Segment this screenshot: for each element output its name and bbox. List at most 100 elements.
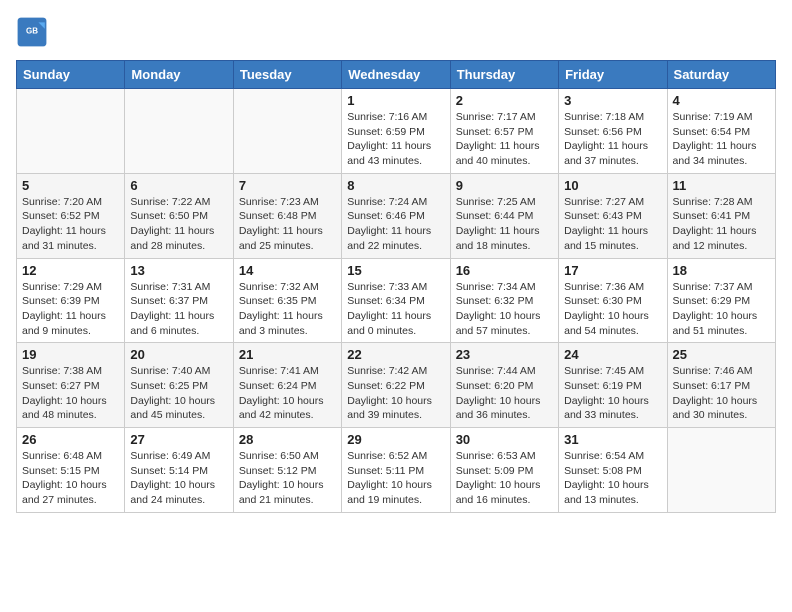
day-info: Sunrise: 7:41 AM Sunset: 6:24 PM Dayligh… (239, 364, 336, 423)
day-header-friday: Friday (559, 61, 667, 89)
day-number: 13 (130, 263, 227, 278)
calendar-cell: 29 Sunrise: 6:52 AM Sunset: 5:11 PM Dayli… (342, 428, 450, 513)
day-info: Sunrise: 7:38 AM Sunset: 6:27 PM Dayligh… (22, 364, 119, 423)
day-number: 1 (347, 93, 444, 108)
day-info: Sunrise: 7:19 AM Sunset: 6:54 PM Dayligh… (673, 110, 770, 169)
day-number: 18 (673, 263, 770, 278)
calendar-header-row: SundayMondayTuesdayWednesdayThursdayFrid… (17, 61, 776, 89)
day-header-tuesday: Tuesday (233, 61, 341, 89)
page-header: GB (16, 16, 776, 48)
calendar-cell: 14Sunrise: 7:32 AM Sunset: 6:35 PM Dayli… (233, 258, 341, 343)
calendar-cell: 18Sunrise: 7:37 AM Sunset: 6:29 PM Dayli… (667, 258, 775, 343)
day-number: 22 (347, 347, 444, 362)
day-number: 9 (456, 178, 553, 193)
day-header-thursday: Thursday (450, 61, 558, 89)
calendar-cell: 10 Sunrise: 7:27 AM Sunset: 6:43 PM Dayli… (559, 173, 667, 258)
day-info: Sunrise: 6:49 AM Sunset: 5:14 PM Dayligh… (130, 449, 227, 508)
logo: GB (16, 16, 52, 48)
day-info: Sunrise: 7:25 AM Sunset: 6:44 PM Dayligh… (456, 195, 553, 254)
calendar-cell: 20Sunrise: 7:40 AM Sunset: 6:25 PM Dayli… (125, 343, 233, 428)
day-number: 19 (22, 347, 119, 362)
day-info: Sunrise: 7:17 AM Sunset: 6:57 PM Dayligh… (456, 110, 553, 169)
calendar-cell: 24Sunrise: 7:45 AM Sunset: 6:19 PM Dayli… (559, 343, 667, 428)
day-info: Sunrise: 7:32 AM Sunset: 6:35 PM Dayligh… (239, 280, 336, 339)
calendar-cell: 8Sunrise: 7:24 AM Sunset: 6:46 PM Daylig… (342, 173, 450, 258)
day-info: Sunrise: 7:34 AM Sunset: 6:32 PM Dayligh… (456, 280, 553, 339)
logo-icon: GB (16, 16, 48, 48)
day-info: Sunrise: 6:53 AM Sunset: 5:09 PM Dayligh… (456, 449, 553, 508)
calendar-cell: 21 Sunrise: 7:41 AM Sunset: 6:24 PM Dayli… (233, 343, 341, 428)
day-number: 3 (564, 93, 661, 108)
svg-text:GB: GB (26, 27, 38, 36)
calendar-cell: 5Sunrise: 7:20 AM Sunset: 6:52 PM Daylig… (17, 173, 125, 258)
calendar-cell: 6Sunrise: 7:22 AM Sunset: 6:50 PM Daylig… (125, 173, 233, 258)
day-number: 29 (347, 432, 444, 447)
calendar-cell: 25 Sunrise: 7:46 AM Sunset: 6:17 PM Dayli… (667, 343, 775, 428)
calendar-cell: 15 Sunrise: 7:33 AM Sunset: 6:34 PM Dayli… (342, 258, 450, 343)
calendar-cell: 23 Sunrise: 7:44 AM Sunset: 6:20 PM Dayli… (450, 343, 558, 428)
day-info: Sunrise: 7:29 AM Sunset: 6:39 PM Dayligh… (22, 280, 119, 339)
calendar-cell: 2 Sunrise: 7:17 AM Sunset: 6:57 PM Daylig… (450, 89, 558, 174)
day-info: Sunrise: 7:31 AM Sunset: 6:37 PM Dayligh… (130, 280, 227, 339)
day-number: 10 (564, 178, 661, 193)
day-number: 23 (456, 347, 553, 362)
day-number: 11 (673, 178, 770, 193)
day-number: 4 (673, 93, 770, 108)
day-info: Sunrise: 7:27 AM Sunset: 6:43 PM Dayligh… (564, 195, 661, 254)
day-number: 8 (347, 178, 444, 193)
day-number: 20 (130, 347, 227, 362)
day-number: 30 (456, 432, 553, 447)
day-number: 28 (239, 432, 336, 447)
day-header-saturday: Saturday (667, 61, 775, 89)
calendar-week-row: 26 Sunrise: 6:48 AM Sunset: 5:15 PM Dayli… (17, 428, 776, 513)
calendar-week-row: 1 Sunrise: 7:16 AM Sunset: 6:59 PM Daylig… (17, 89, 776, 174)
day-info: Sunrise: 6:48 AM Sunset: 5:15 PM Dayligh… (22, 449, 119, 508)
day-info: Sunrise: 7:18 AM Sunset: 6:56 PM Dayligh… (564, 110, 661, 169)
calendar-week-row: 19 Sunrise: 7:38 AM Sunset: 6:27 PM Dayli… (17, 343, 776, 428)
calendar-cell: 28 Sunrise: 6:50 AM Sunset: 5:12 PM Dayli… (233, 428, 341, 513)
day-info: Sunrise: 6:54 AM Sunset: 5:08 PM Dayligh… (564, 449, 661, 508)
day-header-monday: Monday (125, 61, 233, 89)
day-number: 2 (456, 93, 553, 108)
day-info: Sunrise: 7:28 AM Sunset: 6:41 PM Dayligh… (673, 195, 770, 254)
day-number: 15 (347, 263, 444, 278)
calendar-week-row: 5Sunrise: 7:20 AM Sunset: 6:52 PM Daylig… (17, 173, 776, 258)
day-number: 17 (564, 263, 661, 278)
day-info: Sunrise: 7:44 AM Sunset: 6:20 PM Dayligh… (456, 364, 553, 423)
calendar-cell: 22 Sunrise: 7:42 AM Sunset: 6:22 PM Dayli… (342, 343, 450, 428)
calendar-cell: 9 Sunrise: 7:25 AM Sunset: 6:44 PM Daylig… (450, 173, 558, 258)
day-info: Sunrise: 7:33 AM Sunset: 6:34 PM Dayligh… (347, 280, 444, 339)
calendar-cell: 7 Sunrise: 7:23 AM Sunset: 6:48 PM Daylig… (233, 173, 341, 258)
day-info: Sunrise: 7:20 AM Sunset: 6:52 PM Dayligh… (22, 195, 119, 254)
day-info: Sunrise: 6:52 AM Sunset: 5:11 PM Dayligh… (347, 449, 444, 508)
day-number: 25 (673, 347, 770, 362)
day-number: 26 (22, 432, 119, 447)
day-info: Sunrise: 7:16 AM Sunset: 6:59 PM Dayligh… (347, 110, 444, 169)
day-header-wednesday: Wednesday (342, 61, 450, 89)
day-info: Sunrise: 7:22 AM Sunset: 6:50 PM Dayligh… (130, 195, 227, 254)
day-info: Sunrise: 6:50 AM Sunset: 5:12 PM Dayligh… (239, 449, 336, 508)
calendar-cell: 1 Sunrise: 7:16 AM Sunset: 6:59 PM Daylig… (342, 89, 450, 174)
calendar-cell: 12Sunrise: 7:29 AM Sunset: 6:39 PM Dayli… (17, 258, 125, 343)
day-number: 27 (130, 432, 227, 447)
calendar-cell: 13 Sunrise: 7:31 AM Sunset: 6:37 PM Dayli… (125, 258, 233, 343)
day-info: Sunrise: 7:42 AM Sunset: 6:22 PM Dayligh… (347, 364, 444, 423)
calendar-cell: 17 Sunrise: 7:36 AM Sunset: 6:30 PM Dayli… (559, 258, 667, 343)
calendar-cell: 11 Sunrise: 7:28 AM Sunset: 6:41 PM Dayli… (667, 173, 775, 258)
day-info: Sunrise: 7:23 AM Sunset: 6:48 PM Dayligh… (239, 195, 336, 254)
calendar-cell (233, 89, 341, 174)
day-number: 7 (239, 178, 336, 193)
calendar-cell (17, 89, 125, 174)
day-number: 21 (239, 347, 336, 362)
calendar-cell: 16Sunrise: 7:34 AM Sunset: 6:32 PM Dayli… (450, 258, 558, 343)
calendar-cell: 19 Sunrise: 7:38 AM Sunset: 6:27 PM Dayli… (17, 343, 125, 428)
calendar-week-row: 12Sunrise: 7:29 AM Sunset: 6:39 PM Dayli… (17, 258, 776, 343)
calendar-cell: 30 Sunrise: 6:53 AM Sunset: 5:09 PM Dayli… (450, 428, 558, 513)
day-info: Sunrise: 7:46 AM Sunset: 6:17 PM Dayligh… (673, 364, 770, 423)
calendar-table: SundayMondayTuesdayWednesdayThursdayFrid… (16, 60, 776, 513)
day-info: Sunrise: 7:36 AM Sunset: 6:30 PM Dayligh… (564, 280, 661, 339)
calendar-cell: 27 Sunrise: 6:49 AM Sunset: 5:14 PM Dayli… (125, 428, 233, 513)
calendar-cell: 31 Sunrise: 6:54 AM Sunset: 5:08 PM Dayli… (559, 428, 667, 513)
day-number: 31 (564, 432, 661, 447)
day-header-sunday: Sunday (17, 61, 125, 89)
